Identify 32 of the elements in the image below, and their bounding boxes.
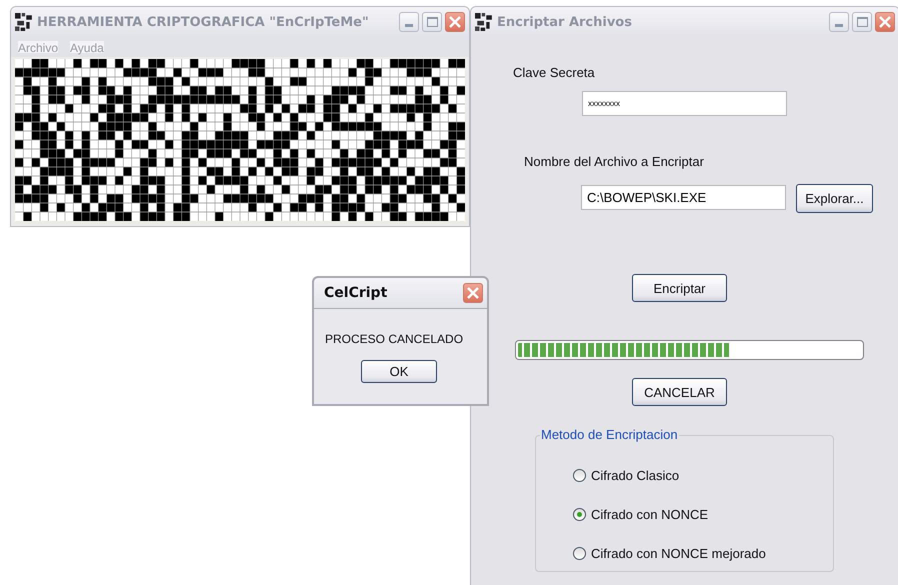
radio-button[interactable] <box>573 508 586 521</box>
browse-button[interactable]: Explorar... <box>796 184 873 213</box>
close-button[interactable] <box>463 283 483 303</box>
maximize-button[interactable] <box>422 12 442 32</box>
ok-button[interactable]: OK <box>361 360 437 383</box>
minimize-button[interactable] <box>829 12 849 32</box>
cancel-button[interactable]: CANCELAR <box>632 378 727 406</box>
close-button[interactable] <box>875 12 895 32</box>
radio-label[interactable]: Cifrado Clasico <box>591 468 680 483</box>
window-title: HERRAMIENTA CRIPTOGRAFICA "EnCrIpTeMe" <box>37 14 370 30</box>
radio-label[interactable]: Cifrado con NONCE mejorado <box>591 546 766 561</box>
file-path-field[interactable]: C:\BOWEP\SKI.EXE <box>581 184 786 210</box>
maximize-icon <box>856 17 868 27</box>
maximize-button[interactable] <box>852 12 872 32</box>
app-icon <box>475 13 493 31</box>
password-field[interactable]: xxxxxxxx <box>582 91 787 116</box>
radio-label[interactable]: Cifrado con NONCE <box>591 507 708 522</box>
radio-button[interactable] <box>573 547 586 560</box>
file-label: Nombre del Archivo a Encriptar <box>524 154 704 169</box>
dialog-message: PROCESO CANCELADO <box>325 332 464 346</box>
maximize-icon <box>426 17 438 27</box>
window-title: Encriptar Archivos <box>497 14 633 30</box>
dialog-title: CelCript <box>323 285 388 301</box>
group-legend: Metodo de Encriptacion <box>540 427 679 442</box>
close-button[interactable] <box>445 12 465 32</box>
app-icon <box>15 13 33 31</box>
key-label: Clave Secreta <box>513 65 595 80</box>
encrypt-button[interactable]: Encriptar <box>632 274 727 302</box>
radio-button[interactable] <box>573 469 586 482</box>
minimize-icon <box>835 24 843 27</box>
minimize-button[interactable] <box>399 12 419 32</box>
minimize-icon <box>405 24 413 27</box>
